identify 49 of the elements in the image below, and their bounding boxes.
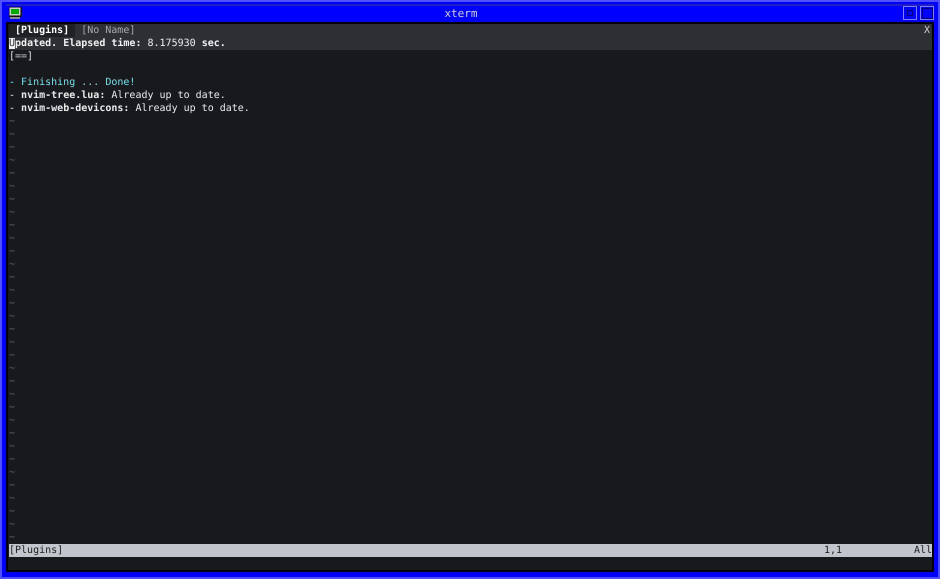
- empty-line-marker: ~: [9, 454, 16, 465]
- empty-line-marker: ~: [9, 285, 16, 296]
- empty-line-marker: ~: [9, 324, 16, 335]
- empty-line-marker: ~: [9, 506, 16, 517]
- output-line: - Finishing ... Done!: [9, 77, 136, 88]
- empty-line-marker: ~: [9, 298, 16, 309]
- empty-line-marker: ~: [9, 532, 16, 543]
- empty-line-marker: ~: [9, 467, 16, 478]
- cursor-position: 1,1: [824, 544, 843, 557]
- empty-line-marker: ~: [9, 129, 16, 140]
- empty-line-marker: ~: [9, 337, 16, 348]
- empty-line-marker: ~: [9, 311, 16, 322]
- empty-line-marker: ~: [9, 480, 16, 491]
- minimize-button[interactable]: [903, 6, 917, 20]
- empty-line-marker: ~: [9, 181, 16, 192]
- close-tab-button[interactable]: X: [924, 24, 932, 37]
- empty-line-marker: ~: [9, 350, 16, 361]
- empty-line-marker: ~: [9, 207, 16, 218]
- empty-line-marker: ~: [9, 402, 16, 413]
- empty-line-marker: ~: [9, 441, 16, 452]
- empty-line-marker: ~: [9, 233, 16, 244]
- output-line: - nvim-tree.lua: Already up to date.: [9, 90, 226, 101]
- empty-line-marker: ~: [9, 246, 16, 257]
- empty-line-marker: ~: [9, 389, 16, 400]
- empty-line-marker: ~: [9, 116, 16, 127]
- progress-text: [==]: [9, 51, 34, 62]
- empty-line-marker: ~: [9, 155, 16, 166]
- empty-line-marker: ~: [9, 376, 16, 387]
- output-line: - nvim-web-devicons: Already up to date.: [9, 103, 250, 114]
- tab[interactable]: [No Name]: [75, 24, 142, 37]
- empty-line-marker: ~: [9, 415, 16, 426]
- status-file: [Plugins]: [9, 544, 64, 557]
- empty-line-marker: ~: [9, 220, 16, 231]
- terminal-icon[interactable]: [8, 6, 22, 20]
- empty-line-marker: ~: [9, 363, 16, 374]
- scroll-position: All: [914, 544, 932, 557]
- window-title: xterm: [443, 6, 479, 20]
- cursor: U: [9, 38, 16, 49]
- empty-line-marker: ~: [9, 272, 16, 283]
- maximize-button[interactable]: [920, 6, 934, 20]
- empty-line-marker: ~: [9, 142, 16, 153]
- message-text: pdated. Elapsed time: 8.175930 sec.: [15, 38, 226, 49]
- tab[interactable]: [Plugins]: [9, 24, 76, 37]
- empty-line-marker: ~: [9, 493, 16, 504]
- empty-line-marker: ~: [9, 519, 16, 530]
- empty-line-marker: ~: [9, 259, 16, 270]
- empty-line-marker: ~: [9, 194, 16, 205]
- empty-line-marker: ~: [9, 428, 16, 439]
- empty-line-marker: ~: [9, 168, 16, 179]
